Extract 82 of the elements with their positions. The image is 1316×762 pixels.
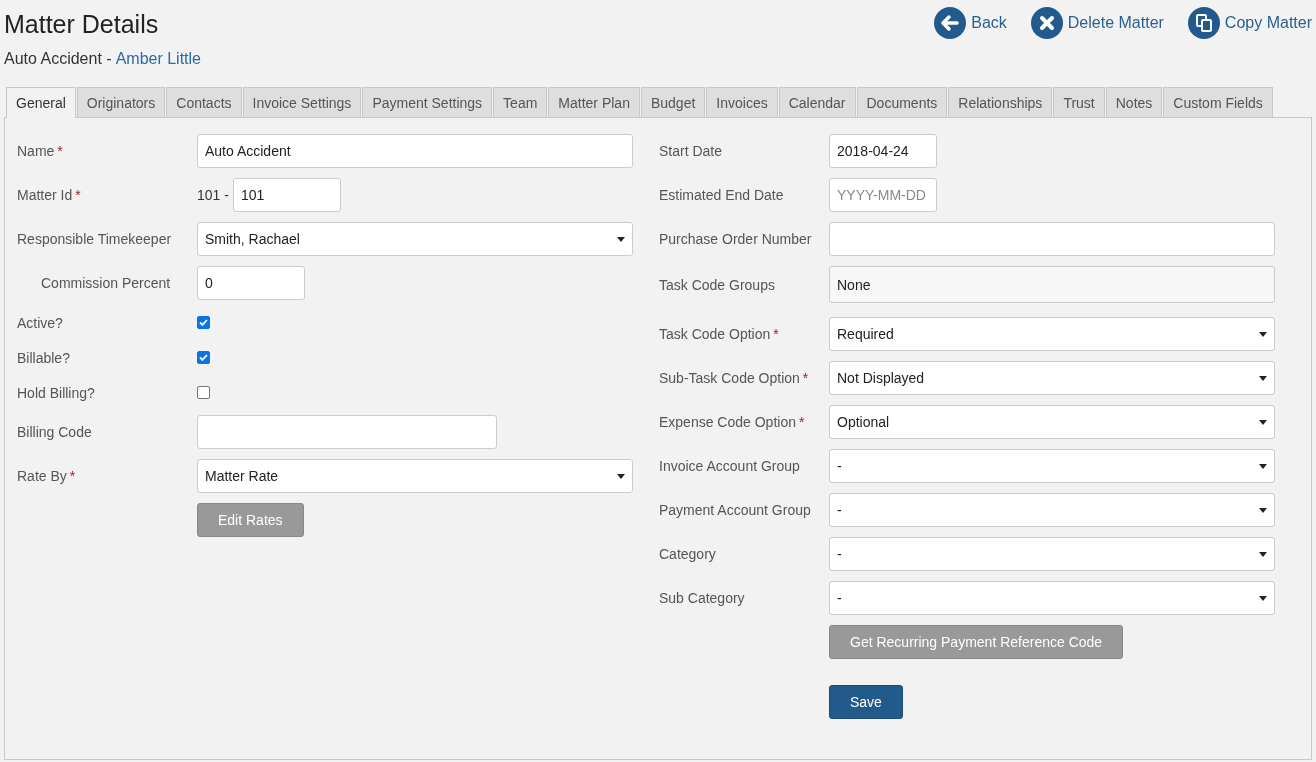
checkbox[interactable]: [197, 316, 210, 329]
caret-icon: [1259, 595, 1267, 601]
check-icon: [199, 319, 208, 326]
client-link[interactable]: Amber Little: [115, 50, 201, 67]
caret-icon: [1259, 419, 1267, 425]
caret-icon: [617, 473, 625, 479]
field-label: Category: [659, 546, 716, 562]
field-label: Task Code Groups: [659, 276, 775, 293]
required-marker: *: [773, 326, 779, 342]
tab[interactable]: Documents: [856, 87, 948, 117]
checkbox[interactable]: [197, 386, 210, 399]
caret-icon: [617, 236, 625, 242]
date-input[interactable]: 2018-04-24: [829, 134, 937, 168]
tab[interactable]: Contacts: [166, 87, 242, 117]
field-label: Billing Code: [17, 424, 92, 440]
tab[interactable]: Trust: [1053, 87, 1105, 117]
caret-icon: [1259, 551, 1267, 557]
id-input[interactable]: 101: [232, 178, 341, 212]
field-label: Payment Account Group: [659, 502, 811, 518]
required-marker: *: [69, 468, 76, 484]
readonly-field: None: [829, 266, 1275, 303]
delete-x-icon[interactable]: [1030, 7, 1063, 39]
dropdown[interactable]: Smith, Rachael: [197, 222, 633, 256]
dropdown[interactable]: Required: [829, 317, 1275, 351]
tab[interactable]: Team: [493, 87, 548, 117]
matter-subtitle: Auto Accident -: [4, 50, 112, 67]
required-marker: *: [57, 143, 63, 159]
field-label: Start Date: [659, 143, 723, 159]
field-label: Task Code Option: [659, 326, 771, 342]
delete-link[interactable]: Delete Matter: [1067, 14, 1164, 32]
field-label: Matter Id: [17, 187, 73, 203]
required-marker: *: [799, 414, 805, 430]
tab[interactable]: Originators: [76, 87, 166, 117]
page-title: Matter Details: [4, 9, 160, 40]
dropdown[interactable]: -: [829, 537, 1275, 571]
required-marker: *: [75, 187, 81, 203]
dropdown[interactable]: -: [829, 449, 1275, 483]
field-label: Responsible Timekeeper: [17, 231, 172, 247]
tab[interactable]: Invoice Settings: [242, 87, 362, 117]
field-label: Invoice Account Group: [659, 458, 800, 474]
date-input[interactable]: YYYY-MM-DD: [829, 178, 937, 212]
caret-icon: [1259, 331, 1267, 337]
save-button[interactable]: Save: [829, 685, 903, 719]
number-input[interactable]: 0: [197, 266, 305, 300]
field-label: Expense Code Option: [659, 414, 796, 430]
text-input[interactable]: Auto Accident: [197, 134, 633, 168]
field-label: Billable?: [17, 349, 70, 366]
text-input[interactable]: [197, 415, 497, 449]
field-label: Commission Percent: [41, 275, 171, 291]
field-label: Active?: [17, 314, 63, 331]
tab[interactable]: Notes: [1105, 87, 1163, 117]
id-prefix: 101 -: [197, 187, 229, 203]
check-icon: [199, 354, 208, 361]
copy-link[interactable]: Copy Matter: [1224, 14, 1312, 32]
dropdown[interactable]: -: [829, 493, 1275, 527]
tab[interactable]: Matter Plan: [548, 87, 640, 117]
tab[interactable]: Calendar: [778, 87, 856, 117]
text-input[interactable]: [829, 222, 1275, 256]
dropdown[interactable]: Optional: [829, 405, 1275, 439]
caret-icon: [1259, 375, 1267, 381]
copy-icon[interactable]: [1187, 7, 1220, 39]
field-label: Sub Category: [659, 590, 745, 606]
field-label: Name: [17, 143, 55, 159]
field-label: Rate By: [17, 468, 67, 484]
field-label: Estimated End Date: [659, 187, 784, 203]
dropdown[interactable]: Not Displayed: [829, 361, 1275, 395]
tab[interactable]: Relationships: [948, 87, 1053, 117]
tab[interactable]: Payment Settings: [362, 87, 493, 117]
back-link[interactable]: Back: [971, 14, 1007, 32]
dropdown[interactable]: -: [829, 581, 1275, 615]
tab[interactable]: Invoices: [706, 87, 778, 117]
tab[interactable]: Budget: [640, 87, 706, 117]
caret-icon: [1259, 463, 1267, 469]
tab[interactable]: Custom Fields: [1163, 87, 1273, 117]
caret-icon: [1259, 507, 1267, 513]
field-label: Purchase Order Number: [659, 231, 812, 247]
field-label: Hold Billing?: [17, 384, 95, 401]
field-label: Sub-Task Code Option: [659, 370, 800, 386]
checkbox[interactable]: [197, 351, 210, 364]
dropdown[interactable]: Matter Rate: [197, 459, 633, 493]
tab[interactable]: General: [6, 87, 76, 118]
required-marker: *: [802, 370, 809, 386]
